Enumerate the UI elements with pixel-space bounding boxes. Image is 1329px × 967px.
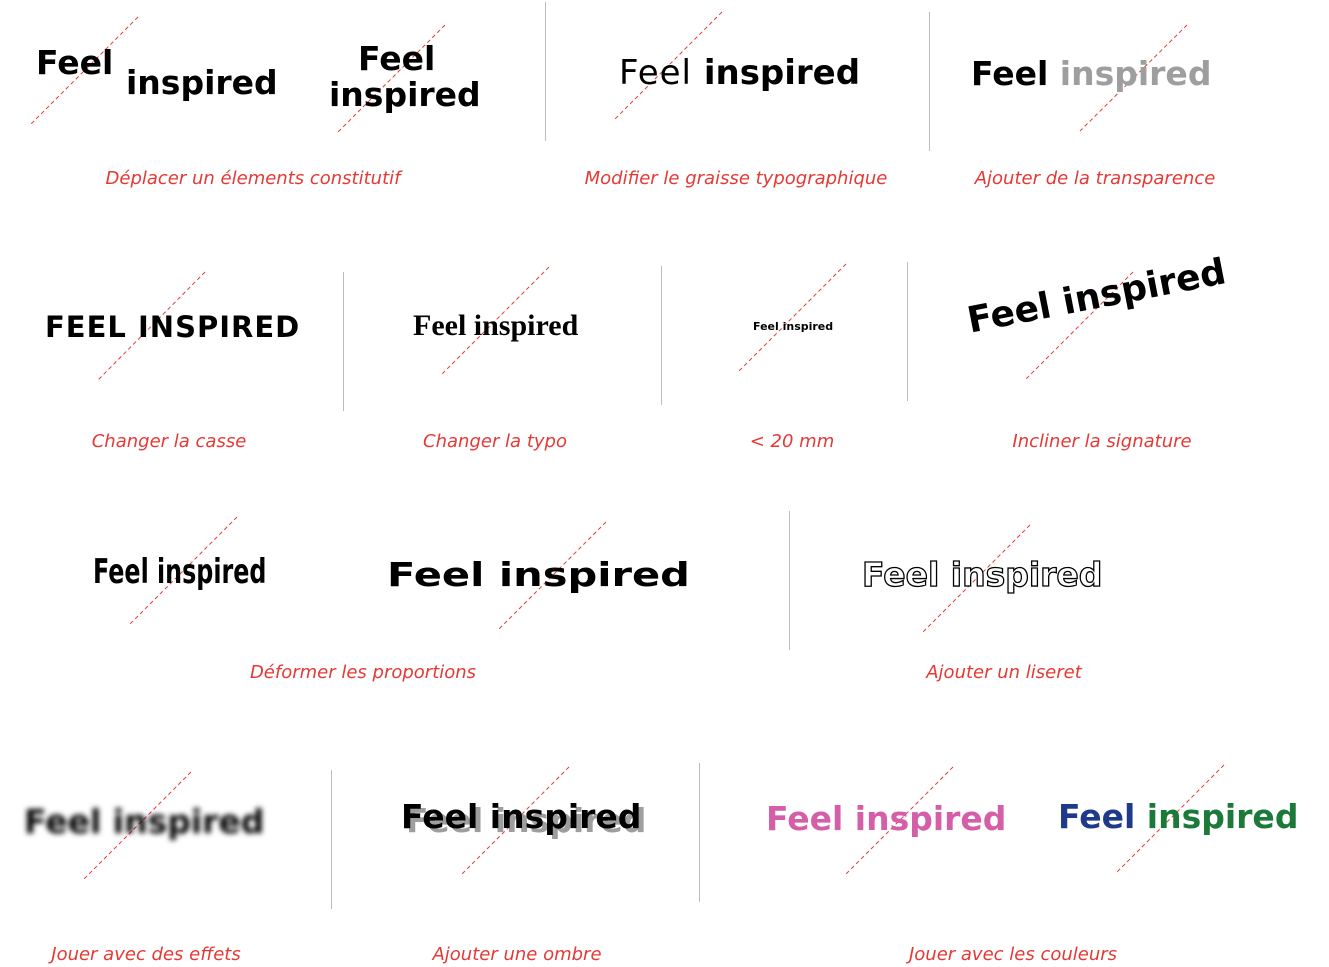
divider xyxy=(907,262,908,401)
caption-effects: Jouer avec des effets xyxy=(51,944,241,965)
logo-two-color: Feel inspired xyxy=(1058,800,1298,833)
logo-transparency-variant: Feel inspired xyxy=(971,57,1211,90)
divider xyxy=(789,511,790,650)
logo-serif: Feel inspired xyxy=(413,309,579,342)
caption-typo: Changer la typo xyxy=(423,431,567,452)
guide-line xyxy=(738,263,847,372)
logo-feel-word: Feel xyxy=(36,43,114,82)
logo-shadow: Feel inspired xyxy=(401,797,642,836)
divider xyxy=(929,12,930,151)
logo-tilted: Feel inspired xyxy=(963,251,1230,342)
divider xyxy=(343,272,344,411)
logo-feel-word: Feel xyxy=(358,39,436,78)
caption-move: Déplacer un élements constitutif xyxy=(105,168,401,189)
divider xyxy=(331,770,332,909)
logo-outline: Feel inspired xyxy=(861,555,1103,594)
logo-extended: Feel inspired xyxy=(387,555,690,594)
logo-feel-word: Feel xyxy=(971,54,1049,93)
divider xyxy=(699,763,700,902)
caption-weight: Modifier le graisse typographique xyxy=(584,168,888,189)
caption-outline: Ajouter un liseret xyxy=(926,662,1082,683)
logo-feel-navy: Feel xyxy=(1058,797,1136,836)
logo-weight-variant: Feel inspired xyxy=(619,56,860,90)
logo-feel-light: Feel xyxy=(619,53,692,93)
logo-inspired-transparent: inspired xyxy=(1059,54,1212,93)
divider xyxy=(661,266,662,405)
logo-blurred: Feel inspired xyxy=(24,802,265,841)
caption-colors: Jouer avec les couleurs xyxy=(908,944,1118,965)
caption-proportions: Déformer les proportions xyxy=(249,662,477,683)
logo-condensed: Feel inspired xyxy=(93,552,267,592)
divider xyxy=(545,2,546,141)
logo-inspired-word: inspired xyxy=(329,75,481,114)
logo-inspired-green: inspired xyxy=(1146,797,1299,836)
caption-size: < 20 mm xyxy=(749,431,835,452)
caption-tilt: Incliner la signature xyxy=(1012,431,1192,452)
logo-inspired-word: inspired xyxy=(126,63,278,102)
logo-uppercase: FEEL INSPIRED xyxy=(45,310,301,344)
logo-pink: Feel inspired xyxy=(766,799,1007,838)
caption-case: Changer la casse xyxy=(91,431,247,452)
logo-small: Feel inspired xyxy=(753,320,834,333)
logo-inspired-bold: inspired xyxy=(703,53,861,93)
caption-shadow: Ajouter une ombre xyxy=(432,944,602,965)
caption-transparency: Ajouter de la transparence xyxy=(974,168,1216,189)
